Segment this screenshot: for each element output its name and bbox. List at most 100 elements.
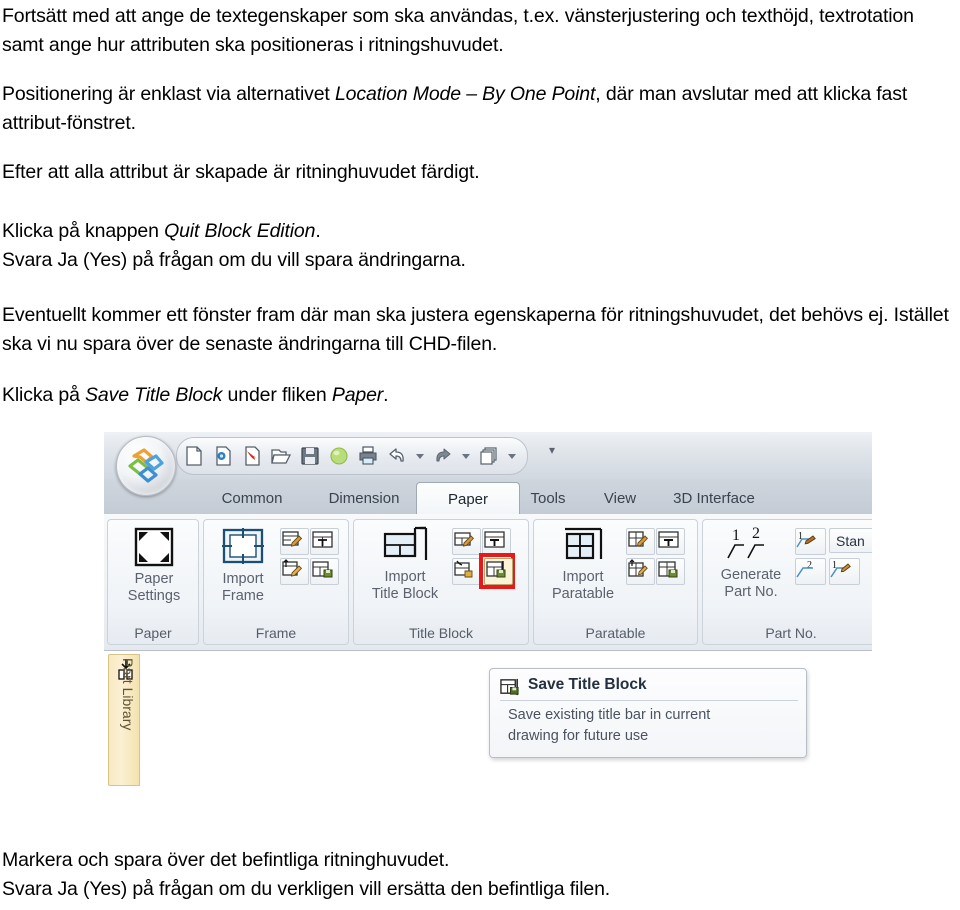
- redo-icon[interactable]: [432, 445, 454, 467]
- import-frame-button[interactable]: Import Frame: [212, 526, 274, 605]
- ribbon-panel-area: Paper Settings Paper Import Frame Frame …: [104, 514, 872, 651]
- panel-label-paratable: Paratable: [585, 625, 646, 641]
- import-paratable-icon: [565, 527, 603, 560]
- paper-settings-label: Paper Settings: [127, 571, 181, 604]
- quick-access-toolbar[interactable]: [176, 437, 528, 475]
- tab-common[interactable]: Common: [192, 483, 312, 514]
- panel-label-title-block: Title Block: [408, 625, 474, 641]
- insert-frame-icon: [282, 559, 303, 577]
- part-no-sequence-button[interactable]: 2: [795, 558, 826, 585]
- edit-paratable-button[interactable]: [626, 528, 655, 555]
- import-title-block-button[interactable]: Import Title Block: [366, 526, 444, 603]
- svg-text:1: 1: [732, 527, 740, 544]
- paratable-attributes-icon: [658, 531, 679, 548]
- frame-attributes-icon: [312, 531, 333, 548]
- render-icon[interactable]: [328, 445, 350, 467]
- tooltip-divider: [500, 700, 798, 701]
- standard-part-no-dropdown[interactable]: Stan: [829, 528, 872, 553]
- paragraph-7: Klicka på Save Title Block under fliken …: [2, 381, 952, 410]
- panel-paratable: Import Paratable Paratable: [533, 519, 698, 645]
- tab-3d-interface[interactable]: 3D Interface: [646, 483, 782, 514]
- paragraph-2: Positionering är enklast via alternative…: [2, 80, 952, 138]
- paragraph-5: Svara Ja (Yes) på frågan om du vill spar…: [2, 249, 466, 271]
- import-paratable-button[interactable]: Import Paratable: [546, 526, 620, 603]
- sidebar-tab-part-library[interactable]: Part Library: [108, 654, 140, 786]
- copy-dropdown-icon[interactable]: [508, 453, 516, 459]
- title-block-attributes-icon: [484, 531, 505, 548]
- paragraph-4: Klicka på knappen Quit Block Edition.: [2, 217, 952, 246]
- save-paratable-icon: [658, 561, 678, 578]
- part-no-edit-button[interactable]: 1: [829, 558, 860, 585]
- paragraph-7-emphasis-save: Save Title Block: [85, 384, 223, 406]
- panel-part-no: 1 2 Generate Part No. 1 Stan 2 1 Part No…: [702, 519, 872, 645]
- tooltip-title: Save Title Block: [528, 676, 647, 693]
- svg-text:2: 2: [752, 526, 760, 542]
- save-title-block-button[interactable]: [484, 558, 513, 585]
- insert-title-block-icon: [454, 560, 473, 578]
- paragraph-7-part-a: Klicka på: [2, 384, 86, 406]
- tab-dimension[interactable]: Dimension: [296, 483, 432, 514]
- import-title-block-label: Import Title Block: [371, 569, 439, 602]
- new-file-icon[interactable]: [183, 445, 205, 467]
- save-icon[interactable]: [299, 445, 321, 467]
- import-frame-label: Import Frame: [222, 571, 264, 604]
- panel-label-part-no: Part No.: [765, 625, 817, 641]
- new-from-template-icon[interactable]: [212, 445, 234, 467]
- redo-dropdown-icon[interactable]: [462, 453, 470, 459]
- paragraph-7-part-c: .: [383, 384, 389, 406]
- paratable-attributes-button[interactable]: [656, 528, 685, 555]
- application-logo-icon: [128, 448, 164, 483]
- paragraph-6: Eventuellt kommer ett fönster fram där m…: [2, 304, 949, 355]
- save-paratable-button[interactable]: [656, 558, 685, 585]
- save-frame-icon: [312, 561, 333, 578]
- part-no-sequence-icon: 2: [796, 560, 813, 578]
- undo-dropdown-icon[interactable]: [416, 453, 424, 459]
- edit-frame-button[interactable]: [280, 528, 309, 555]
- sidebar-tab-part-library-label: Part Library: [120, 658, 136, 731]
- title-block-attributes-button[interactable]: [482, 528, 511, 555]
- paragraph-2-emphasis: Location Mode – By One Point: [334, 83, 596, 105]
- edit-part-no-icon: 1: [796, 531, 816, 548]
- generate-part-no-button[interactable]: 1 2 Generate Part No.: [713, 526, 789, 601]
- copy-icon[interactable]: [478, 445, 500, 467]
- insert-paratable-button[interactable]: [626, 558, 655, 585]
- edit-paratable-icon: [628, 531, 649, 547]
- panel-title-block: Import Title Block Title Block: [353, 519, 529, 645]
- paper-settings-button[interactable]: Paper Settings: [123, 526, 185, 605]
- insert-title-block-button[interactable]: [452, 558, 481, 585]
- paragraph-7-emphasis-paper: Paper: [331, 384, 384, 406]
- paragraph-4-part-a: Klicka på knappen: [2, 220, 165, 242]
- paragraph-1: Fortsätt med att ange de textegenskaper …: [2, 5, 914, 56]
- import-title-block-icon: [383, 526, 428, 560]
- edit-title-block-button[interactable]: [452, 528, 481, 555]
- edit-part-no-button[interactable]: 1: [795, 528, 826, 555]
- panel-label-frame: Frame: [255, 625, 297, 641]
- ribbon-tab-strip: Common Dimension Paper Tools View 3D Int…: [104, 479, 872, 516]
- insert-frame-button[interactable]: [280, 558, 309, 585]
- paragraph-3: Efter att alla attribut är skapade är ri…: [2, 161, 480, 183]
- frame-attributes-button[interactable]: [310, 528, 339, 555]
- import-paratable-label: Import Paratable: [551, 569, 615, 602]
- edit-title-block-icon: [454, 532, 475, 547]
- import-frame-icon: [222, 528, 264, 564]
- paragraph-2-part-a: Positionering är enklast via alternative…: [2, 83, 335, 105]
- panel-paper: Paper Settings Paper: [107, 519, 199, 645]
- embedded-application-screenshot: ▾ Common Dimension Paper Tools View 3D I…: [104, 432, 872, 804]
- paragraph-4-part-b: .: [315, 220, 321, 242]
- tooltip-description: Save existing title bar in current drawi…: [508, 707, 711, 744]
- edit-frame-icon: [282, 531, 303, 547]
- paper-settings-icon: [134, 527, 174, 567]
- page-root: Fortsätt med att ange de textegenskaper …: [0, 0, 960, 910]
- generate-part-no-icon: 1 2: [727, 526, 764, 559]
- insert-paratable-icon: [628, 559, 648, 577]
- quick-access-overflow-button[interactable]: ▾: [542, 440, 562, 460]
- application-menu-orb[interactable]: [116, 436, 176, 496]
- part-no-edit-icon: 1: [830, 560, 851, 578]
- undo-icon[interactable]: [386, 445, 408, 467]
- open-folder-icon[interactable]: [270, 445, 292, 467]
- print-icon[interactable]: [357, 445, 379, 467]
- generate-part-no-label: Generate Part No.: [720, 567, 782, 600]
- save-frame-button[interactable]: [310, 558, 339, 585]
- paragraph-4-emphasis: Quit Block Edition: [164, 220, 316, 242]
- import-file-icon[interactable]: [241, 445, 263, 467]
